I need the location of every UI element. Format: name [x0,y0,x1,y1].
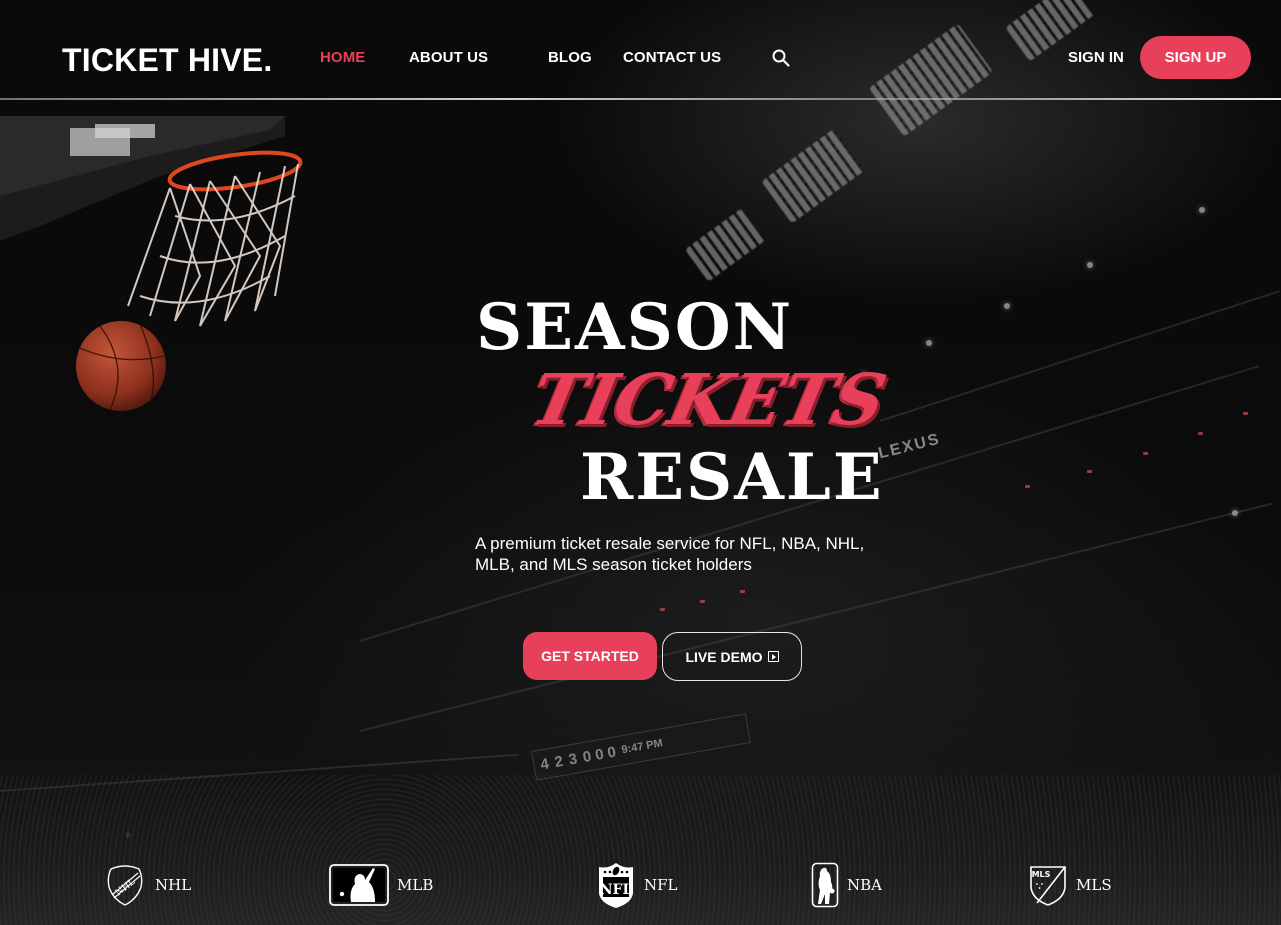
seat-light [1025,485,1030,488]
league-mlb[interactable]: MLB [329,860,433,910]
get-started-button[interactable]: GET STARTED [523,632,657,680]
hero-title-season: SEASON [476,290,794,365]
scoreboard-time: 9:47 PM [620,737,664,757]
league-nhl[interactable]: NHL NHL [103,860,191,910]
stadium-light [761,128,865,224]
basketball-hoop-image [0,116,303,411]
league-nfl[interactable]: NFL NFL [596,860,678,910]
league-nba[interactable]: NBA [811,860,882,910]
seat-light [740,590,745,593]
mls-crest-icon: MLS [1030,866,1066,906]
seat-light [1143,452,1148,455]
ceiling-light [1199,207,1205,213]
seat-light [660,608,665,611]
ceiling-light [1004,303,1010,309]
svg-text:NFL: NFL [600,882,633,898]
hero-title-tickets: TICKETS [524,358,893,441]
search-icon [772,49,790,67]
stadium-tier [879,290,1280,422]
league-name: MLS [1076,876,1112,894]
scoreboard-score: 3 [567,749,579,769]
brand-logo[interactable]: TICKET HIVE. [62,42,272,79]
stadium-light [684,208,766,282]
seat-light [700,600,705,603]
sign-in-link[interactable]: SIGN IN [1068,49,1124,66]
search-button[interactable] [771,48,791,68]
seat-light [1198,432,1203,435]
league-name: NBA [847,876,882,894]
live-demo-label: LIVE DEMO [685,648,763,665]
nav-contact-us[interactable]: CONTACT US [623,49,721,66]
ceiling-light [1232,510,1238,516]
league-name: NHL [155,876,192,894]
hero-title-resale: RESALE [580,440,884,515]
league-name: MLB [397,876,434,894]
ceiling-light [926,340,932,346]
site-header: TICKET HIVE. HOME ABOUT US BLOG CONTACT … [0,0,1281,100]
ceiling-light [1087,262,1093,268]
svg-text:MLS: MLS [1032,870,1051,879]
seat-light [1087,470,1092,473]
nhl-shield-icon: NHL [107,865,143,906]
live-demo-button[interactable]: LIVE DEMO [662,632,802,681]
nba-player-icon [811,862,839,908]
scoreboard-innings: 0 0 0 [581,743,618,766]
league-mls[interactable]: MLS MLS [1028,860,1112,910]
mlb-batter-icon [329,864,389,906]
nav-about-us[interactable]: ABOUT US [409,49,488,66]
nav-blog[interactable]: BLOG [548,49,592,66]
nfl-shield-icon: NFL [599,863,633,908]
hero-subtitle: A premium ticket resale service for NFL,… [475,534,865,574]
svg-text:NHL: NHL [114,877,137,898]
scoreboard: 4 2 3 0 0 0 9:47 PM [531,713,751,781]
play-square-icon [767,651,779,662]
sign-up-button[interactable]: SIGN UP [1140,36,1251,79]
scoreboard-score: 2 [553,752,565,771]
sponsor-sign: LEXUS [876,430,943,463]
scoreboard-score: 4 [539,754,551,774]
league-name: NFL [644,876,678,894]
seat-light [1243,412,1248,415]
header-divider [0,98,1281,100]
nav-home[interactable]: HOME [320,49,365,66]
